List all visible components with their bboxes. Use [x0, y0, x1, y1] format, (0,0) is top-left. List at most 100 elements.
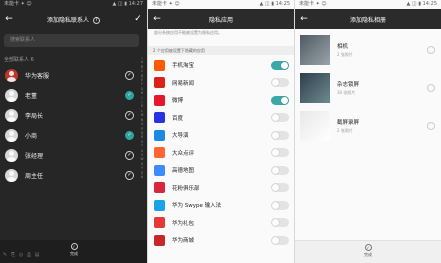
privacy-toggle[interactable] — [271, 95, 289, 105]
keyboard-tools: ✎ ⎘ ◎ ⎙ ▤ — [2, 252, 40, 258]
contact-name: 老董 — [25, 92, 38, 100]
album-name: 杂志锁屏 — [337, 82, 360, 88]
app-icon — [154, 199, 165, 211]
apps-panel: 未能卡 ✦ ☺ ▲ ◫ ▮ 14:25 ← 隐私应用 部分系统应用不能被设置为隐… — [148, 0, 294, 263]
privacy-toggle[interactable] — [271, 165, 289, 175]
album-checkbox[interactable] — [427, 84, 435, 92]
status-time: ▲ ◫ ▮ 14:25 — [406, 1, 438, 7]
privacy-toggle[interactable] — [271, 218, 289, 227]
app-name: 大导演 — [172, 133, 189, 139]
album-info: 杂志锁屏 30 张照片 — [337, 80, 427, 96]
album-count: 2 张照片 — [337, 128, 353, 133]
album-checkbox[interactable] — [427, 46, 435, 54]
checkbox[interactable]: ✓ — [125, 110, 134, 120]
contact-row[interactable]: 李局长 ✓ — [0, 106, 140, 124]
app-row: 华为礼包 — [148, 215, 294, 231]
page-title: 隐私应用 — [208, 16, 233, 24]
tool-icon[interactable]: ⎙ — [26, 252, 32, 258]
app-name: 高德地图 — [172, 168, 195, 174]
done-check-icon: ✓ — [364, 244, 372, 251]
tool-icon[interactable]: ▤ — [34, 252, 40, 258]
privacy-toggle[interactable] — [271, 130, 289, 140]
app-icon — [154, 129, 165, 141]
app-name: 百度 — [172, 115, 184, 122]
privacy-toggle[interactable] — [271, 235, 289, 245]
title-bar: ← 添加隐私联系人 ? ✓ — [0, 9, 147, 29]
done-check-icon: ✓ — [70, 243, 78, 250]
privacy-toggle[interactable] — [271, 183, 289, 192]
album-thumbnail — [300, 111, 330, 141]
tool-icon[interactable]: ✎ — [2, 252, 8, 258]
app-row: 百度 — [148, 110, 294, 126]
confirm-icon[interactable]: ✓ — [129, 9, 147, 29]
status-carrier: 未能卡 ✦ ☺ — [4, 1, 32, 7]
checkbox[interactable]: ✓ — [125, 70, 134, 80]
page-title-text: 添加隐私联系人 — [47, 16, 90, 24]
tool-icon[interactable]: ◎ — [18, 252, 24, 258]
checkbox[interactable]: ✓ — [125, 130, 134, 140]
app-name: 华为 Swype 输入法 — [172, 203, 222, 209]
section-label: 全部联系人 6 — [4, 57, 34, 63]
contact-row[interactable]: 华为客服 ✓ — [0, 66, 140, 84]
contact-row[interactable]: 张经理 ✓ — [0, 146, 140, 164]
title-bar: ← 添加隐私相册 — [295, 9, 441, 29]
checkbox[interactable]: ✓ — [125, 90, 134, 100]
album-count: 30 张照片 — [337, 90, 356, 95]
back-icon[interactable]: ← — [148, 9, 166, 29]
help-icon[interactable]: ? — [92, 16, 100, 24]
alphabet-index[interactable]: ☆ A B C D E F G H I J K L M N O P Q R S T U V W X Y Z # — [139, 56, 145, 179]
tool-icon[interactable]: ⎘ — [10, 252, 16, 258]
album-checkbox[interactable] — [427, 122, 435, 130]
album-count: 2 张照片 — [337, 52, 353, 57]
album-row[interactable]: 杂志锁屏 30 张照片 — [295, 70, 441, 106]
app-row: 华为 Swype 输入法 — [148, 197, 294, 213]
app-row: 微博 — [148, 92, 294, 108]
checkbox[interactable]: ✓ — [125, 170, 134, 180]
contact-row[interactable]: 老董 ✓ — [0, 86, 140, 104]
app-icon — [154, 147, 165, 158]
app-icon — [154, 59, 165, 71]
contact-row[interactable]: 小商 ✓ — [0, 126, 140, 144]
album-info: 相机 2 张照片 — [337, 42, 427, 58]
app-name: 大众点评 — [172, 150, 195, 157]
search-input[interactable]: 搜索联系人 — [4, 34, 139, 47]
avatar — [5, 68, 18, 82]
done-label: 完成 — [70, 251, 78, 256]
privacy-toggle[interactable] — [271, 148, 289, 157]
back-icon[interactable]: ← — [295, 9, 313, 29]
done-button[interactable]: ✓ 完成 — [66, 243, 82, 257]
contact-row[interactable]: 周主任 ✓ — [0, 166, 140, 184]
status-bar: 未能卡 ✦ ☺ ▲ ◫ ▮ 14:25 — [295, 0, 441, 9]
page-title: 添加隐私联系人 ? — [18, 15, 129, 24]
contact-name: 张经理 — [25, 152, 44, 160]
checkbox[interactable]: ✓ — [125, 150, 134, 160]
index-letter[interactable]: # — [141, 175, 144, 179]
done-button[interactable]: ✓ 完成 — [360, 244, 376, 258]
app-row: 网易新闻 — [148, 75, 294, 91]
page-title: 添加隐私相册 — [349, 16, 386, 24]
app-icon — [154, 112, 165, 123]
privacy-toggle[interactable] — [271, 113, 289, 122]
status-carrier: 未能卡 ✦ ☺ — [299, 1, 327, 7]
album-thumbnail — [300, 35, 330, 65]
album-thumbnail — [300, 73, 330, 103]
status-bar: 未能卡 ✦ ☺ ▲ ◫ ▮ 14:27 — [0, 0, 147, 9]
app-name: 华为礼包 — [172, 220, 195, 227]
privacy-toggle[interactable] — [271, 78, 289, 87]
status-time: ▲ ◫ ▮ 14:25 — [259, 1, 291, 7]
contact-name: 周主任 — [25, 172, 44, 180]
done-label: 完成 — [364, 252, 372, 257]
back-icon[interactable]: ← — [0, 9, 18, 29]
avatar — [5, 148, 18, 162]
app-row: 手机淘宝 — [148, 57, 294, 73]
avatar — [5, 88, 18, 102]
bottom-bar: ✓ 完成 — [295, 240, 441, 263]
album-row[interactable]: 截屏录屏 2 张照片 — [295, 108, 441, 144]
album-row[interactable]: 相机 2 张照片 — [295, 32, 441, 68]
app-icon — [154, 94, 165, 106]
privacy-toggle[interactable] — [271, 60, 289, 70]
privacy-toggle[interactable] — [271, 200, 289, 210]
album-name: 截屏录屏 — [337, 120, 360, 126]
app-row: 大众点评 — [148, 145, 294, 161]
